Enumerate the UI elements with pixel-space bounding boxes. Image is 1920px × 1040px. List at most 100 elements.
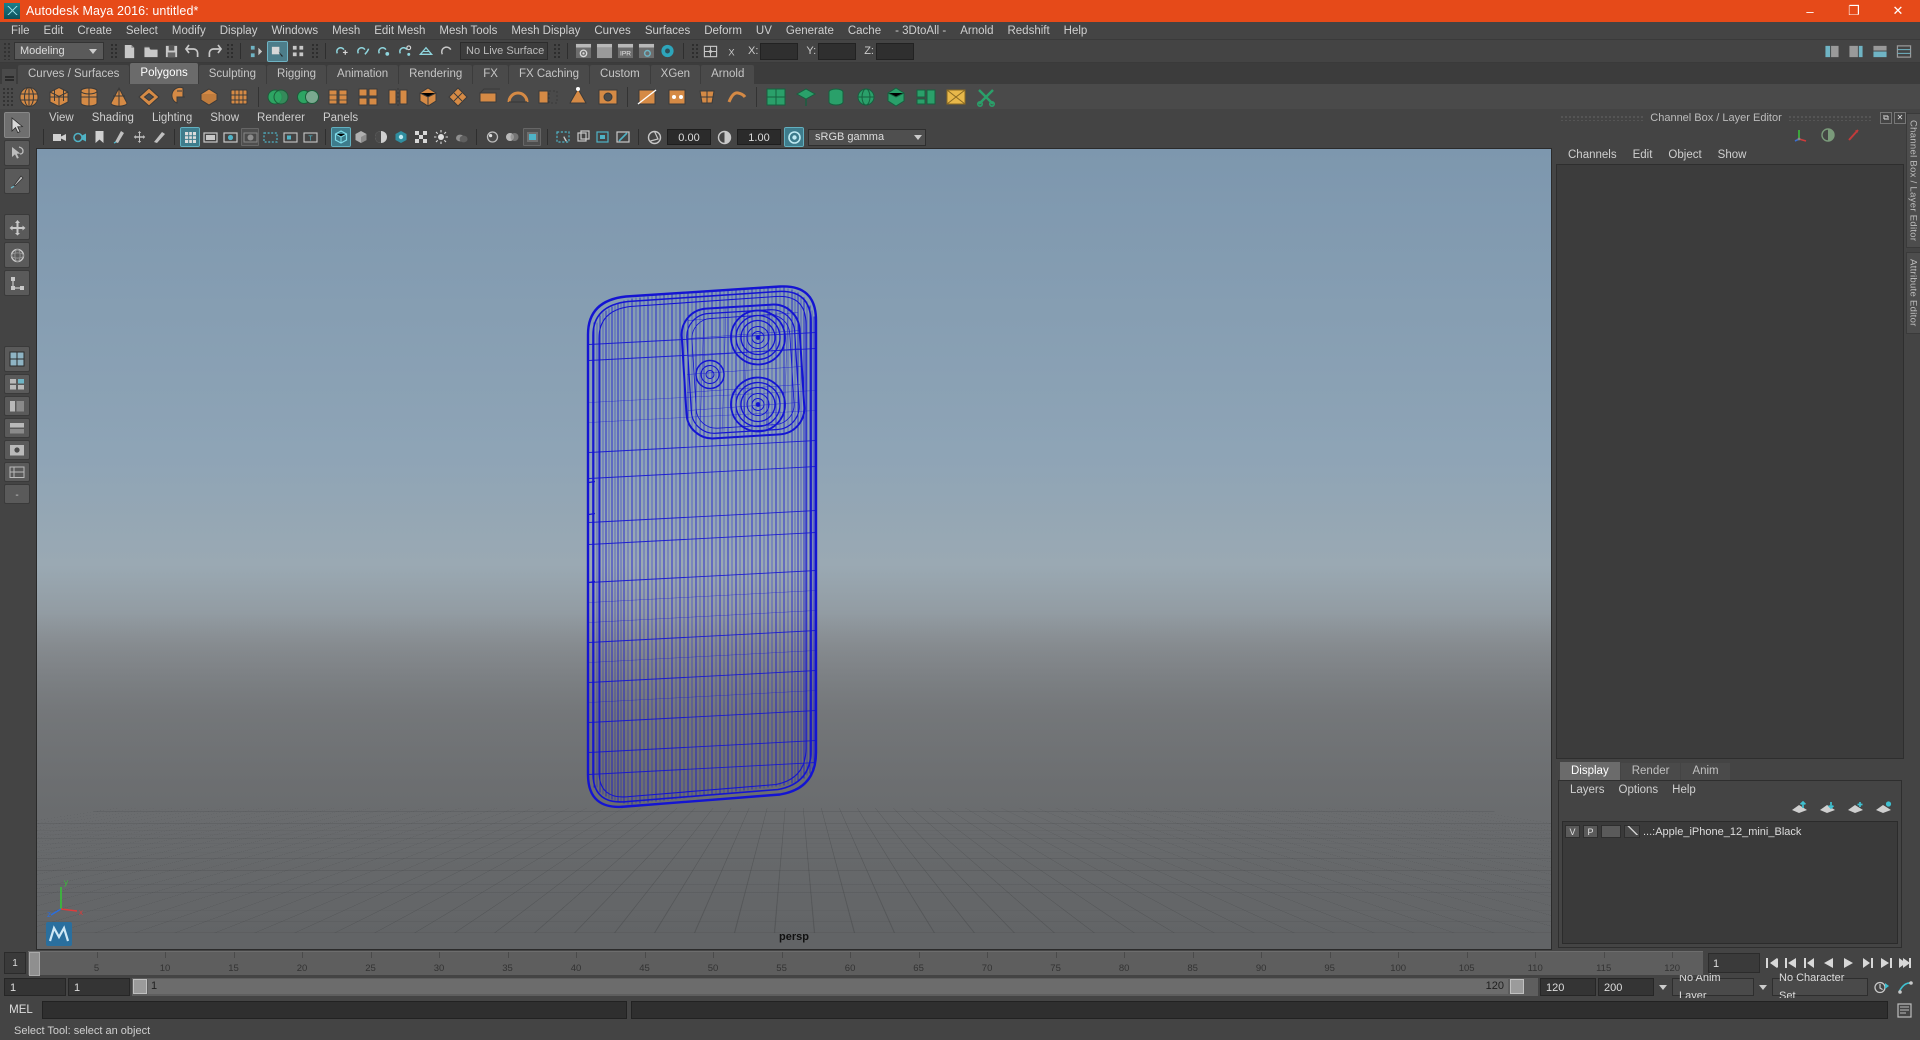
isolate-select-icon[interactable] (554, 128, 572, 146)
persp-graph-layout[interactable] (4, 418, 30, 438)
show-hide-tool-settings-icon[interactable] (1870, 42, 1889, 61)
image-plane-icon[interactable] (110, 128, 128, 146)
menu-file[interactable]: File (4, 22, 37, 40)
layer-visibility-toggle[interactable]: V (1565, 825, 1580, 838)
menu-select[interactable]: Select (119, 22, 165, 40)
shelf-tab-curves-surfaces[interactable]: Curves / Surfaces (18, 65, 130, 84)
command-input[interactable] (42, 1001, 627, 1019)
layer-menu-options[interactable]: Options (1612, 781, 1666, 799)
bookmark-icon[interactable] (90, 128, 108, 146)
extrude-icon[interactable] (473, 85, 503, 109)
move-tool[interactable] (4, 214, 30, 240)
render-sequence-icon[interactable] (595, 42, 614, 61)
vp-menu-renderer[interactable]: Renderer (248, 109, 314, 127)
poly-cylinder-icon[interactable] (74, 85, 104, 109)
show-hide-attribute-editor-icon[interactable] (1846, 42, 1865, 61)
shelf-tab-custom[interactable]: Custom (590, 65, 650, 84)
menu-deform[interactable]: Deform (697, 22, 749, 40)
close-button[interactable]: ✕ (1876, 0, 1920, 22)
panel-grip-right[interactable] (1787, 114, 1872, 121)
motion-blur-icon[interactable] (503, 128, 521, 146)
panel-undock-button[interactable]: ⧉ (1880, 111, 1892, 124)
hypershade-icon[interactable] (658, 42, 677, 61)
lasso-tool[interactable] (4, 140, 30, 166)
menu-display[interactable]: Display (213, 22, 265, 40)
new-layer-icon[interactable] (1847, 801, 1865, 817)
multi-cut-icon[interactable] (632, 85, 662, 109)
scale-tool[interactable] (4, 270, 30, 296)
shelf-menu-icon[interactable] (2, 69, 16, 84)
range-slider[interactable]: 1 120 (132, 978, 1538, 996)
range-slider-bar[interactable] (148, 979, 1508, 994)
move-layer-up-icon[interactable] (1791, 800, 1809, 817)
menu-edit-mesh[interactable]: Edit Mesh (367, 22, 432, 40)
layer-playback-toggle[interactable]: P (1583, 825, 1598, 838)
shaded-xray-icon[interactable] (372, 128, 390, 146)
step-forward-key-icon[interactable] (1877, 953, 1895, 973)
menu-windows[interactable]: Windows (264, 22, 325, 40)
panel-grip-left[interactable] (1560, 114, 1645, 121)
poly-cone-icon[interactable] (104, 85, 134, 109)
select-by-hierarchy-icon[interactable] (247, 42, 266, 61)
snap-to-point-icon[interactable] (374, 42, 393, 61)
shelf-tab-polygons[interactable]: Polygons (130, 63, 198, 84)
menu-modify[interactable]: Modify (165, 22, 213, 40)
perspective-viewport[interactable]: persp y z x (36, 148, 1552, 950)
range-end-field[interactable]: 200 (1598, 978, 1654, 996)
shelf-tab-animation[interactable]: Animation (327, 65, 399, 84)
time-slider-start-field[interactable]: 1 (4, 952, 26, 974)
menu-curves[interactable]: Curves (587, 22, 637, 40)
single-perspective-view[interactable] (4, 346, 30, 372)
live-surface-field[interactable]: No Live Surface (460, 42, 548, 60)
layer-menu-layers[interactable]: Layers (1563, 781, 1612, 799)
ipr-render-icon[interactable]: IPR (616, 42, 635, 61)
select-camera-icon[interactable] (50, 128, 68, 146)
color-management-selector[interactable]: sRGB gamma (808, 128, 926, 146)
shelf-tab-arnold[interactable]: Arnold (701, 65, 755, 84)
menu-help[interactable]: Help (1057, 22, 1095, 40)
undo-icon[interactable] (183, 42, 202, 61)
more-layouts[interactable]: - (4, 484, 30, 504)
outliner-persp-icon[interactable] (4, 462, 30, 482)
iphone-wireframe-model[interactable] (558, 283, 848, 816)
paint-select-tool[interactable] (4, 168, 30, 194)
poly-torus-icon[interactable] (134, 85, 164, 109)
shelf-tab-rigging[interactable]: Rigging (267, 65, 327, 84)
shelf-tab-xgen[interactable]: XGen (650, 65, 701, 84)
xray-all-icon[interactable] (574, 128, 592, 146)
uv-cut-icon[interactable] (971, 85, 1001, 109)
range-start-field[interactable]: 1 (4, 978, 66, 996)
gate-mask-icon[interactable] (241, 128, 259, 146)
lights-toggle-icon[interactable] (432, 128, 450, 146)
poly-disc-icon[interactable] (194, 85, 224, 109)
anim-layer-dropdown-arrow[interactable] (1656, 984, 1670, 990)
bevel-icon[interactable] (443, 85, 473, 109)
layer-display-type-toggle[interactable] (1601, 825, 1621, 838)
channel-box-icon[interactable] (1794, 127, 1810, 146)
open-scene-icon[interactable] (141, 42, 160, 61)
cb-menu-show[interactable]: Show (1710, 146, 1755, 164)
go-to-end-icon[interactable] (1896, 953, 1914, 973)
display-layers-icon[interactable] (614, 128, 632, 146)
tab-render-layers[interactable]: Render (1620, 763, 1681, 780)
screen-space-ao-icon[interactable] (483, 128, 501, 146)
texture-toggle-icon[interactable] (412, 128, 430, 146)
cb-menu-edit[interactable]: Edit (1625, 146, 1661, 164)
film-origin-icon[interactable] (261, 128, 279, 146)
modeling-toolkit-icon[interactable] (1846, 127, 1862, 146)
cylindrical-map-icon[interactable] (821, 85, 851, 109)
new-scene-icon[interactable] (120, 42, 139, 61)
vp-menu-lighting[interactable]: Lighting (143, 109, 201, 127)
hypershade-layout-icon[interactable] (4, 440, 30, 460)
coord-z-field[interactable] (875, 42, 914, 60)
maximize-button[interactable]: ❐ (1832, 0, 1876, 22)
script-editor-icon[interactable] (1892, 1002, 1916, 1018)
menu-3dtoall[interactable]: - 3DtoAll - (888, 22, 953, 40)
range-slider-right-handle[interactable] (1510, 979, 1524, 994)
shelf-tab-sculpting[interactable]: Sculpting (198, 65, 267, 84)
rail-tab-channel-box[interactable]: Channel Box / Layer Editor (1905, 113, 1920, 249)
editor-layout-icon[interactable] (701, 42, 720, 61)
shelf-grip[interactable] (2, 86, 14, 107)
range-slider-left-handle[interactable] (133, 979, 147, 994)
merge-icon[interactable] (563, 85, 593, 109)
